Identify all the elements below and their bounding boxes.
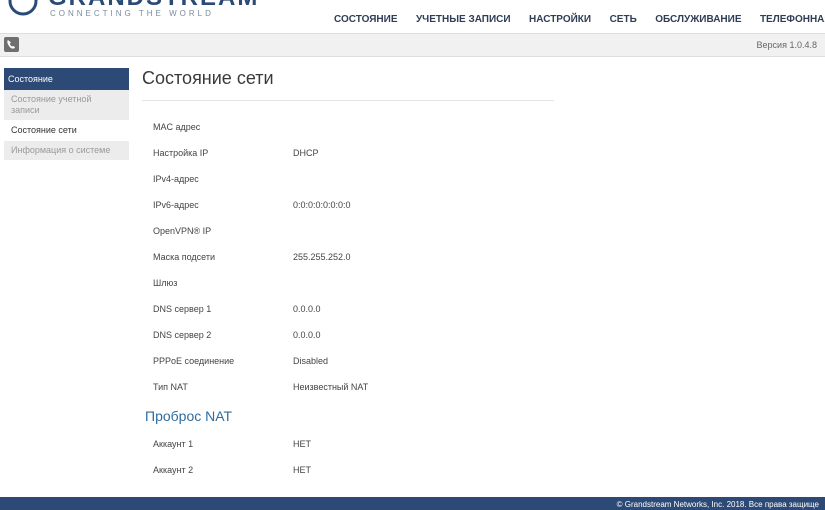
phone-button[interactable]: [4, 37, 19, 52]
row-value: НЕТ: [293, 439, 311, 449]
row-value: Disabled: [293, 356, 329, 366]
row-value: НЕТ: [293, 465, 311, 475]
firmware-version: Версия 1.0.4.8: [756, 40, 817, 50]
sidebar-header-status[interactable]: Состояние: [4, 68, 129, 90]
row-label: IPv6-адрес: [153, 200, 199, 210]
row-label: Настройка IP: [153, 148, 209, 158]
nav-maintenance[interactable]: ОБСЛУЖИВАНИЕ: [655, 14, 741, 25]
nat-section-title: Проброс NAT: [145, 408, 233, 424]
row-label: Шлюз: [153, 278, 178, 288]
row-value: DHCP: [293, 148, 319, 158]
row-label: Аккаунт 2: [153, 465, 194, 475]
phone-icon: [7, 40, 15, 49]
row-value: 0:0:0:0:0:0:0:0: [293, 200, 351, 210]
grandstream-logo-icon: [8, 0, 38, 16]
row-value: 0.0.0.0: [293, 330, 321, 340]
row-label: DNS сервер 2: [153, 330, 212, 340]
page-title: Состояние сети: [142, 68, 274, 88]
sidebar-item-account-status[interactable]: Состояние учетной записи: [4, 90, 129, 121]
header: GRANDSTREAM CONNECTING THE WORLD СОСТОЯН…: [0, 0, 825, 32]
nav-phonebook[interactable]: ТЕЛЕФОННАЯ КНИ: [760, 14, 825, 25]
logo-tagline: CONNECTING THE WORLD: [50, 9, 214, 18]
row-label: OpenVPN® IP: [153, 226, 212, 236]
nav-accounts[interactable]: УЧЕТНЫЕ ЗАПИСИ: [416, 14, 511, 25]
sidebar-item-system-info[interactable]: Информация о системе: [4, 141, 129, 161]
footer: © Grandstream Networks, Inc. 2018. Все п…: [0, 497, 825, 510]
row-value: 255.255.252.0: [293, 252, 351, 262]
sidebar-item-network-status[interactable]: Состояние сети: [4, 121, 129, 141]
row-value: Неизвестный NAT: [293, 382, 369, 392]
toolbar: Версия 1.0.4.8: [0, 33, 825, 57]
row-label: Аккаунт 1: [153, 439, 194, 449]
row-label: DNS сервер 1: [153, 304, 212, 314]
nav-settings[interactable]: НАСТРОЙКИ: [529, 14, 591, 25]
row-label: Тип NAT: [153, 382, 188, 392]
row-label: PPPoE соединение: [153, 356, 235, 366]
row-label: Маска подсети: [153, 252, 216, 262]
title-divider: [142, 100, 554, 101]
copyright-text: © Grandstream Networks, Inc. 2018. Все п…: [616, 500, 819, 509]
row-label: IPv4-адрес: [153, 174, 199, 184]
row-label: MAC адрес: [153, 122, 201, 132]
nav-status[interactable]: СОСТОЯНИЕ: [334, 14, 398, 25]
grandstream-logo[interactable]: GRANDSTREAM CONNECTING THE WORLD: [8, 0, 268, 26]
top-nav: СОСТОЯНИЕ УЧЕТНЫЕ ЗАПИСИ НАСТРОЙКИ СЕТЬ …: [320, 9, 825, 27]
sidebar: Состояние Состояние учетной записи Состо…: [4, 68, 129, 161]
nav-network[interactable]: СЕТЬ: [610, 14, 637, 25]
row-value: 0.0.0.0: [293, 304, 321, 314]
